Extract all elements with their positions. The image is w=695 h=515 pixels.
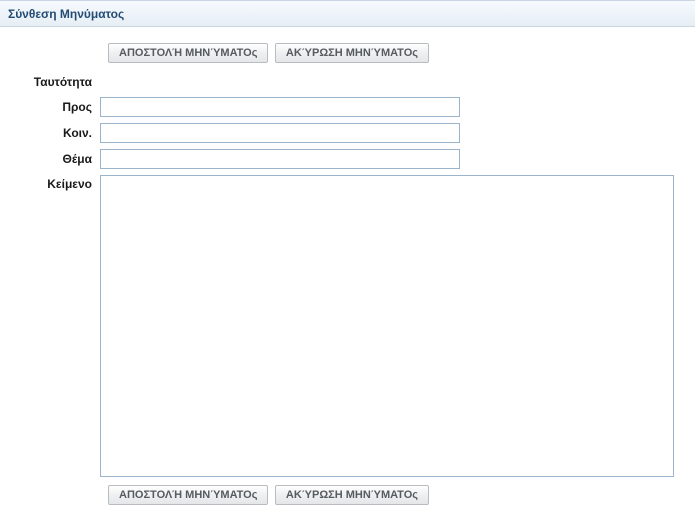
subject-label: Θέμα bbox=[0, 152, 100, 166]
cc-input[interactable] bbox=[100, 123, 460, 143]
panel-header: Σύνθεση Μηνύματος bbox=[0, 1, 695, 27]
subject-row: Θέμα bbox=[0, 149, 685, 169]
identity-row: Ταυτότητα bbox=[0, 73, 685, 91]
cancel-button-top[interactable]: ΑΚΎΡΩΣΗ ΜΗΝΎΜΑΤΟς bbox=[275, 43, 429, 63]
cancel-button-bottom[interactable]: ΑΚΎΡΩΣΗ ΜΗΝΎΜΑΤΟς bbox=[275, 485, 429, 505]
panel-title: Σύνθεση Μηνύματος bbox=[8, 7, 124, 21]
identity-value bbox=[100, 73, 460, 91]
cc-row: Κοιν. bbox=[0, 123, 685, 143]
cc-label: Κοιν. bbox=[0, 126, 100, 140]
to-label: Προς bbox=[0, 100, 100, 114]
bottom-button-row: ΑΠΟΣΤΟΛΉ ΜΗΝΎΜΑΤΟς ΑΚΎΡΩΣΗ ΜΗΝΎΜΑΤΟς bbox=[108, 485, 685, 505]
body-textarea[interactable] bbox=[100, 175, 674, 477]
to-input[interactable] bbox=[100, 97, 460, 117]
body-label: Κείμενο bbox=[0, 175, 100, 191]
top-button-row: ΑΠΟΣΤΟΛΉ ΜΗΝΎΜΑΤΟς ΑΚΎΡΩΣΗ ΜΗΝΎΜΑΤΟς bbox=[108, 43, 685, 63]
identity-label: Ταυτότητα bbox=[0, 75, 100, 89]
subject-input[interactable] bbox=[100, 149, 460, 169]
body-row: Κείμενο bbox=[0, 175, 685, 477]
panel-content: ΑΠΟΣΤΟΛΉ ΜΗΝΎΜΑΤΟς ΑΚΎΡΩΣΗ ΜΗΝΎΜΑΤΟς Ταυ… bbox=[0, 27, 695, 515]
send-button-bottom[interactable]: ΑΠΟΣΤΟΛΉ ΜΗΝΎΜΑΤΟς bbox=[108, 485, 268, 505]
compose-message-panel: Σύνθεση Μηνύματος ΑΠΟΣΤΟΛΉ ΜΗΝΎΜΑΤΟς ΑΚΎ… bbox=[0, 0, 695, 509]
to-row: Προς bbox=[0, 97, 685, 117]
send-button-top[interactable]: ΑΠΟΣΤΟΛΉ ΜΗΝΎΜΑΤΟς bbox=[108, 43, 268, 63]
